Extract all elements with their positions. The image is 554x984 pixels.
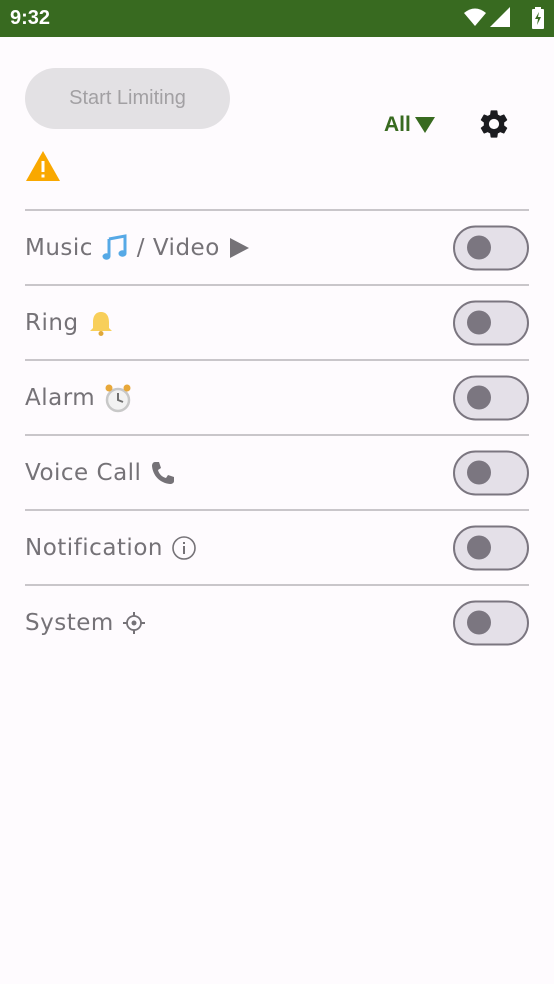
filter-label: All bbox=[384, 113, 411, 136]
stream-list: Music / Video Ring Alarm Voice Call Noti… bbox=[25, 209, 529, 659]
play-icon bbox=[228, 237, 250, 259]
phone-icon bbox=[149, 459, 177, 487]
toggle-knob bbox=[467, 535, 491, 560]
start-limiting-button[interactable]: Start Limiting bbox=[25, 68, 230, 129]
stream-label-notification: Notification bbox=[25, 535, 197, 561]
system-gear-icon bbox=[122, 611, 146, 635]
stream-row-ring: Ring bbox=[25, 286, 529, 359]
status-bar: 9:32 bbox=[0, 0, 554, 37]
info-icon bbox=[171, 535, 197, 561]
toggle-knob bbox=[467, 235, 491, 260]
stream-row-voice-call: Voice Call bbox=[25, 436, 529, 509]
battery-icon bbox=[532, 7, 544, 29]
stream-label-system: System bbox=[25, 610, 146, 636]
warning-icon bbox=[26, 151, 60, 181]
toggle-knob bbox=[467, 460, 491, 485]
stream-row-music: Music / Video bbox=[25, 211, 529, 284]
system-toggle[interactable] bbox=[453, 600, 529, 645]
toggle-knob bbox=[467, 610, 491, 635]
notification-toggle[interactable] bbox=[453, 525, 529, 570]
triangle-down-icon bbox=[414, 117, 435, 133]
signal-icon bbox=[490, 7, 510, 27]
stream-label-alarm: Alarm bbox=[25, 383, 133, 413]
music-toggle[interactable] bbox=[453, 225, 529, 270]
stream-row-notification: Notification bbox=[25, 511, 529, 584]
alarm-clock-icon bbox=[103, 383, 133, 413]
stream-row-alarm: Alarm bbox=[25, 361, 529, 434]
stream-label-voice-call: Voice Call bbox=[25, 459, 177, 487]
bell-icon bbox=[87, 309, 115, 337]
wifi-icon bbox=[464, 8, 486, 26]
stream-label-ring: Ring bbox=[25, 309, 115, 337]
toggle-knob bbox=[467, 310, 491, 335]
status-time: 9:32 bbox=[10, 7, 51, 29]
alarm-toggle[interactable] bbox=[453, 375, 529, 420]
settings-gear-icon[interactable] bbox=[477, 107, 511, 141]
music-note-icon bbox=[101, 233, 129, 262]
ring-toggle[interactable] bbox=[453, 300, 529, 345]
filter-dropdown[interactable]: All bbox=[384, 110, 444, 140]
stream-label-music: Music / Video bbox=[25, 233, 250, 262]
toggle-knob bbox=[467, 385, 491, 410]
stream-row-system: System bbox=[25, 586, 529, 659]
voice-call-toggle[interactable] bbox=[453, 450, 529, 495]
